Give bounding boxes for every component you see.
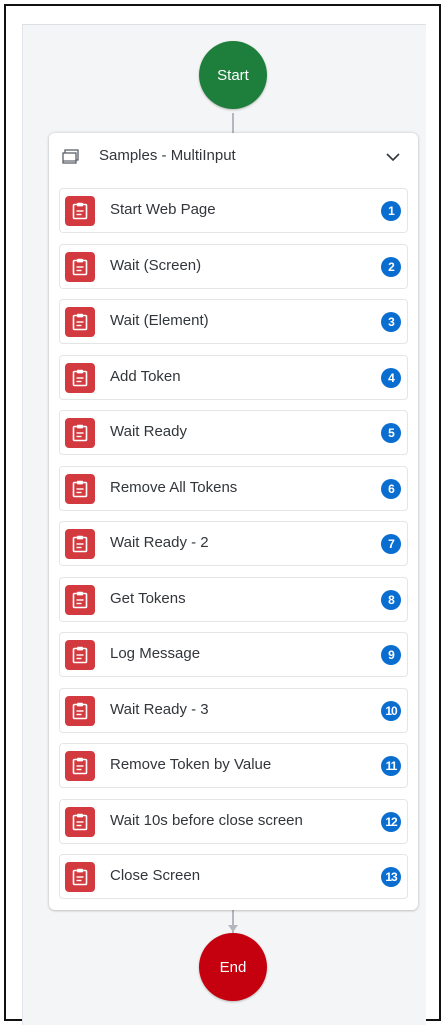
clipboard-icon bbox=[65, 640, 95, 670]
step-label: Close Screen bbox=[110, 867, 201, 884]
step-label: Log Message bbox=[110, 645, 201, 662]
step-row[interactable]: Close Screen 13 bbox=[59, 854, 408, 899]
step-number-badge: 13 bbox=[381, 867, 401, 887]
clipboard-icon bbox=[65, 363, 95, 393]
step-number-badge: 7 bbox=[381, 534, 401, 554]
step-number-badge: 8 bbox=[381, 590, 401, 610]
step-number-badge: 2 bbox=[381, 257, 401, 277]
step-row[interactable]: Wait Ready 5 bbox=[59, 410, 408, 455]
step-row[interactable]: Wait (Screen) 2 bbox=[59, 244, 408, 289]
step-label: Get Tokens bbox=[110, 590, 186, 607]
clipboard-icon bbox=[65, 252, 95, 282]
clipboard-icon bbox=[65, 529, 95, 559]
step-label: Wait (Screen) bbox=[110, 257, 202, 274]
clipboard-icon bbox=[65, 307, 95, 337]
step-number-badge: 11 bbox=[381, 756, 401, 776]
step-row[interactable]: Wait 10s before close screen 12 bbox=[59, 799, 408, 844]
activity-group[interactable]: Samples - MultiInput Start Web Page 1 Wait… bbox=[49, 133, 418, 910]
step-label: Wait 10s before close screen bbox=[110, 812, 303, 829]
step-label: Wait Ready bbox=[110, 423, 187, 440]
start-label: Start bbox=[217, 66, 249, 84]
step-row[interactable]: Wait Ready - 2 7 bbox=[59, 521, 408, 566]
step-label: Start Web Page bbox=[110, 201, 216, 218]
step-label: Remove All Tokens bbox=[110, 479, 238, 496]
step-row[interactable]: Wait (Element) 3 bbox=[59, 299, 408, 344]
clipboard-icon bbox=[65, 418, 95, 448]
screen-icon bbox=[62, 149, 80, 165]
clipboard-icon bbox=[65, 807, 95, 837]
step-number-badge: 3 bbox=[381, 312, 401, 332]
step-row[interactable]: Add Token 4 bbox=[59, 355, 408, 400]
step-number-badge: 4 bbox=[381, 368, 401, 388]
clipboard-icon bbox=[65, 862, 95, 892]
group-header[interactable]: Samples - MultiInput bbox=[49, 133, 418, 183]
end-label: End bbox=[219, 958, 247, 976]
step-label: Wait Ready - 2 bbox=[110, 534, 209, 551]
step-row[interactable]: Start Web Page 1 bbox=[59, 188, 408, 233]
chevron-down-icon[interactable] bbox=[384, 150, 402, 164]
clipboard-icon bbox=[65, 696, 95, 726]
end-node[interactable]: End bbox=[199, 933, 267, 1001]
step-row[interactable]: Log Message 9 bbox=[59, 632, 408, 677]
clipboard-icon bbox=[65, 585, 95, 615]
step-label: Add Token bbox=[110, 368, 181, 385]
step-label: Remove Token by Value bbox=[110, 756, 272, 773]
step-number-badge: 6 bbox=[381, 479, 401, 499]
step-row[interactable]: Remove All Tokens 6 bbox=[59, 466, 408, 511]
clipboard-icon bbox=[65, 751, 95, 781]
arrow-down-icon bbox=[228, 925, 238, 932]
step-number-badge: 9 bbox=[381, 645, 401, 665]
clipboard-icon bbox=[65, 196, 95, 226]
step-label: Wait (Element) bbox=[110, 312, 209, 329]
step-number-badge: 5 bbox=[381, 423, 401, 443]
step-row[interactable]: Remove Token by Value 11 bbox=[59, 743, 408, 788]
clipboard-icon bbox=[65, 474, 95, 504]
step-row[interactable]: Get Tokens 8 bbox=[59, 577, 408, 622]
step-number-badge: 12 bbox=[381, 812, 401, 832]
step-number-badge: 1 bbox=[381, 201, 401, 221]
group-title: Samples - MultiInput bbox=[99, 147, 236, 164]
connector-start-to-group bbox=[232, 113, 234, 133]
step-number-badge: 10 bbox=[381, 701, 401, 721]
step-row[interactable]: Wait Ready - 3 10 bbox=[59, 688, 408, 733]
step-label: Wait Ready - 3 bbox=[110, 701, 209, 718]
start-node[interactable]: Start bbox=[199, 41, 267, 109]
